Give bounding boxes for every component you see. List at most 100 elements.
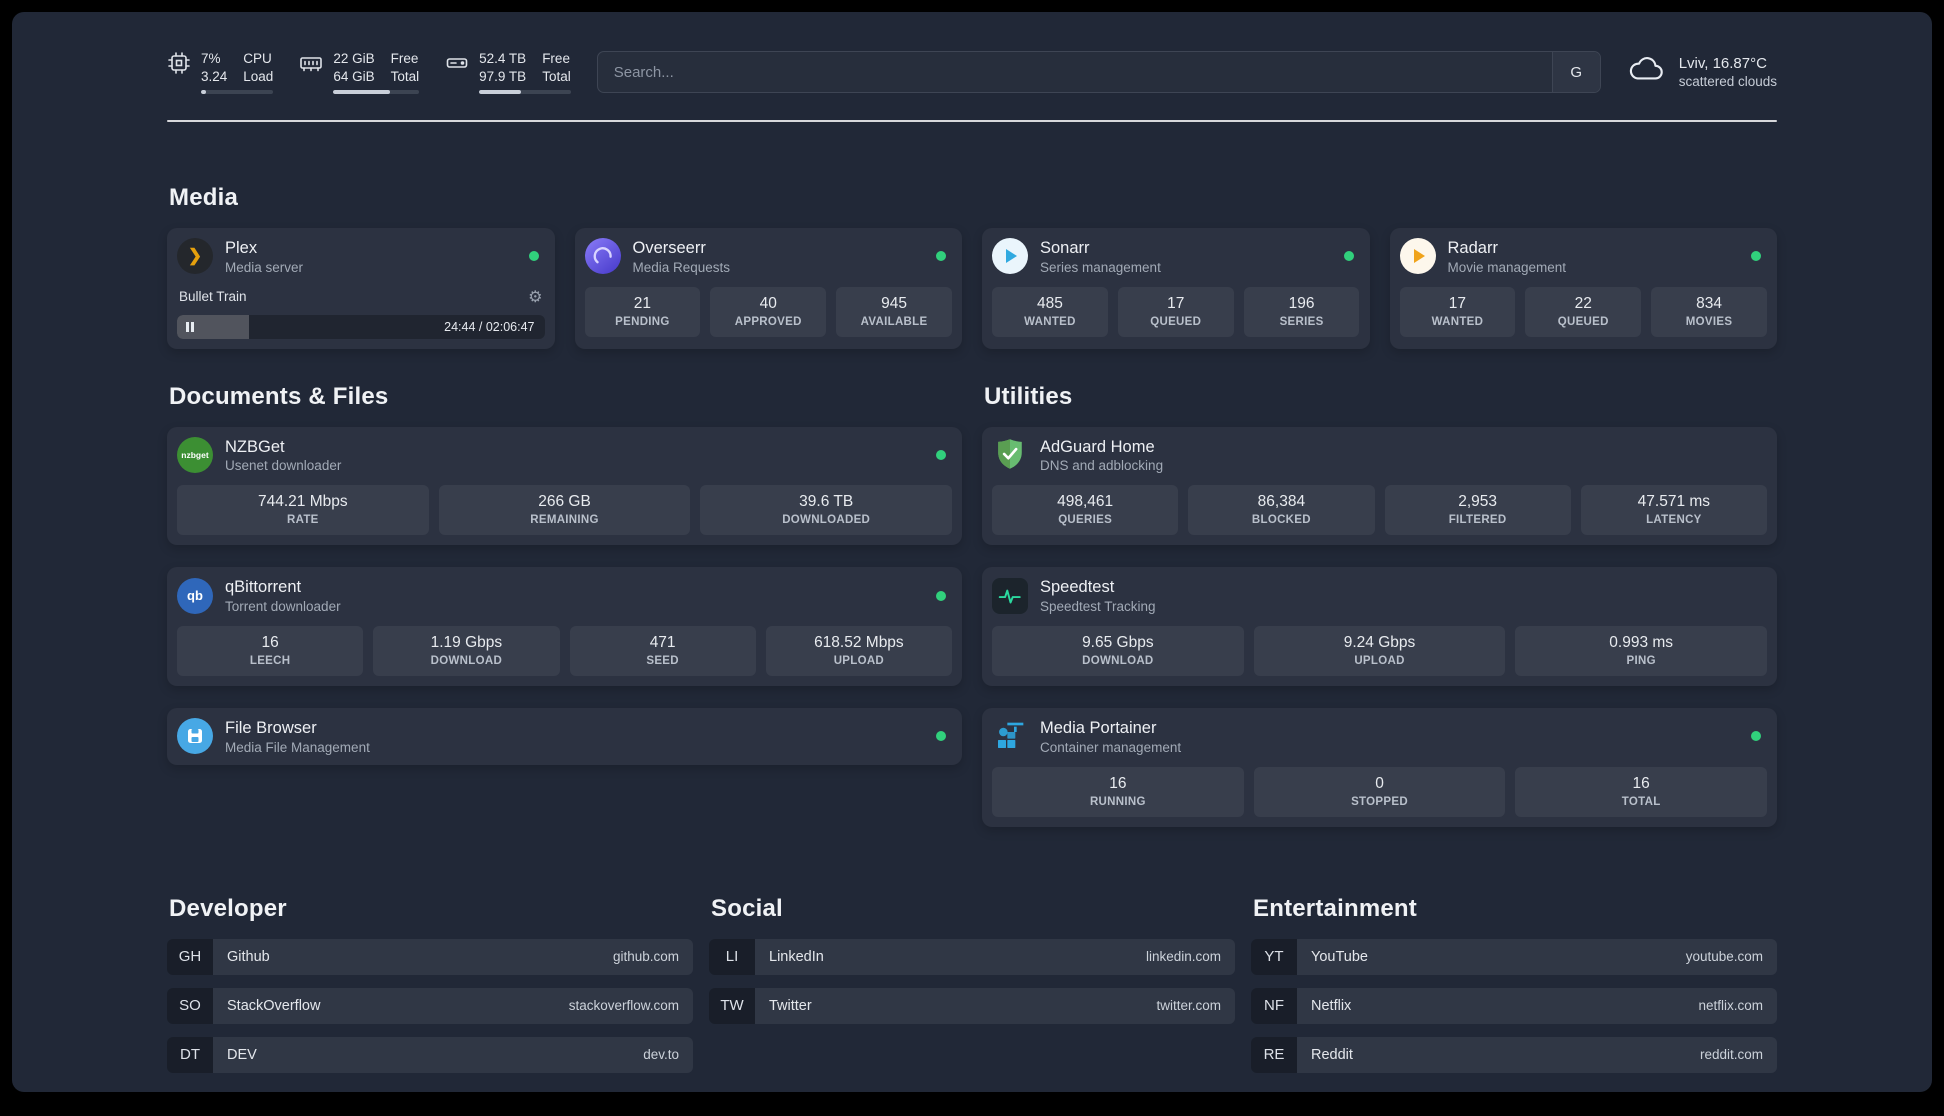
stat-label: SEED: [646, 654, 679, 667]
stat-value: 16: [261, 633, 279, 651]
stat-value: 9.65 Gbps: [1082, 633, 1154, 651]
service-desc: DNS and adblocking: [1040, 458, 1164, 474]
section-documents: Documents & Files nzbget NZBGet Usenet d…: [167, 383, 962, 827]
stat-value: 471: [649, 633, 676, 651]
stat-value: 618.52 Mbps: [814, 633, 904, 651]
service-name: File Browser: [225, 718, 317, 737]
service-card-nzbget: nzbget NZBGet Usenet downloader 744.21 M…: [167, 426, 962, 546]
bookmark-dev[interactable]: DT DEV dev.to: [167, 1036, 693, 1073]
status-dot: [1751, 731, 1761, 742]
stat-label: DOWNLOAD: [430, 654, 503, 667]
stat-label: REMAINING: [530, 514, 599, 527]
now-playing-title: Bullet Train: [179, 289, 247, 305]
section-title-developer: Developer: [169, 894, 287, 922]
service-card-radarr: Radarr Movie management 17 WANTED 22 QUE…: [1389, 228, 1777, 349]
bookmark-youtube[interactable]: YT YouTube youtube.com: [1251, 938, 1777, 975]
service-name: Speedtest: [1040, 578, 1115, 597]
stat-label: RATE: [287, 514, 319, 527]
service-card-sonarr: Sonarr Series management 485 WANTED 17 Q…: [982, 228, 1370, 349]
stat-value: 16: [1109, 774, 1127, 792]
bookmarks-social: Social LI LinkedIn linkedin.com TW Twitt…: [709, 895, 1235, 1086]
bookmark-linkedin[interactable]: LI LinkedIn linkedin.com: [709, 938, 1235, 975]
disk-icon: [445, 51, 469, 80]
service-desc: Speedtest Tracking: [1040, 598, 1156, 614]
stat-label: FILTERED: [1448, 514, 1507, 527]
bookmark-name: Reddit: [1311, 1046, 1353, 1063]
stat-value: 744.21 Mbps: [258, 493, 348, 511]
disk-free-label: Free: [542, 51, 570, 66]
service-desc: Movie management: [1447, 259, 1567, 275]
gear-icon[interactable]: ⚙: [528, 287, 542, 307]
search-provider-button[interactable]: G: [1551, 52, 1600, 93]
stat-label: BLOCKED: [1251, 514, 1311, 527]
section-utilities: Utilities AdGuard Home DNS and adblockin…: [982, 383, 1777, 827]
bookmark-name: Github: [227, 948, 270, 965]
stat-label: QUERIES: [1058, 514, 1113, 527]
service-desc: Media File Management: [225, 739, 370, 755]
plex-icon: ❯: [177, 238, 213, 275]
service-desc: Container management: [1040, 739, 1182, 755]
bookmark-stackoverflow[interactable]: SO StackOverflow stackoverflow.com: [167, 987, 693, 1024]
cpu-progressbar: [201, 90, 274, 95]
stat-tile: 21 PENDING: [584, 286, 701, 337]
bookmark-abbr: DT: [167, 1036, 213, 1073]
memory-progressbar: [333, 90, 420, 95]
stat-value: 47.571 ms: [1637, 493, 1711, 511]
cpu-usage: 7%: [201, 51, 221, 66]
playback-time: 24:44 / 02:06:47: [444, 319, 535, 334]
stat-value: 86,384: [1257, 493, 1306, 511]
service-card-filebrowser: File Browser Media File Management: [167, 707, 962, 765]
service-card-speedtest: Speedtest Speedtest Tracking 9.65 Gbps D…: [982, 567, 1777, 686]
service-desc: Usenet downloader: [225, 458, 342, 474]
cpu-label: CPU: [243, 51, 272, 66]
stat-label: MOVIES: [1685, 315, 1733, 328]
cpu-widget: 7% 3.24 CPU Load: [167, 50, 274, 95]
bookmark-netflix[interactable]: NF Netflix netflix.com: [1251, 987, 1777, 1024]
service-link-plex[interactable]: ❯ Plex Media server: [177, 238, 545, 275]
cpu-load-value: 3.24: [201, 68, 228, 84]
stat-tile: 86,384 BLOCKED: [1188, 485, 1375, 536]
bookmark-url: stackoverflow.com: [568, 998, 679, 1014]
bookmark-abbr: LI: [709, 938, 755, 975]
stat-tile: 471 SEED: [569, 625, 756, 676]
stat-tile: 9.65 Gbps DOWNLOAD: [992, 625, 1244, 676]
service-name: Radarr: [1447, 239, 1498, 258]
service-link-adguard[interactable]: AdGuard Home DNS and adblocking: [992, 437, 1767, 474]
weather-widget: Lviv, 16.87°C scattered clouds: [1627, 55, 1777, 89]
bookmark-abbr: RE: [1251, 1036, 1297, 1073]
weather-condition: scattered clouds: [1678, 74, 1777, 90]
weather-location: Lviv, 16.87°C: [1678, 55, 1767, 73]
search-input[interactable]: [597, 52, 1552, 93]
status-dot: [936, 590, 946, 601]
plex-now-playing: Bullet Train ⚙ 24:44 / 02:06:47: [177, 287, 545, 339]
stat-tile: 485 WANTED: [992, 286, 1108, 337]
bookmark-name: Twitter: [769, 997, 812, 1014]
bookmark-reddit[interactable]: RE Reddit reddit.com: [1251, 1036, 1777, 1073]
bookmark-twitter[interactable]: TW Twitter twitter.com: [709, 987, 1235, 1024]
service-link-overseerr[interactable]: Overseerr Media Requests: [584, 238, 953, 275]
stat-label: LEECH: [249, 654, 291, 667]
section-title-entertainment: Entertainment: [1253, 894, 1417, 922]
stat-tile: 39.6 TB DOWNLOADED: [700, 485, 953, 536]
service-link-qbittorrent[interactable]: qb qBittorrent Torrent downloader: [177, 577, 952, 614]
stat-value: 1.19 Gbps: [430, 633, 503, 651]
stat-value: 40: [759, 294, 777, 312]
service-link-speedtest[interactable]: Speedtest Speedtest Tracking: [992, 577, 1767, 614]
stat-tile: 618.52 Mbps UPLOAD: [765, 625, 952, 676]
service-desc: Media server: [225, 259, 304, 275]
cpu-progress-fill: [201, 90, 207, 95]
stat-value: 266 GB: [538, 493, 591, 511]
playback-progressbar[interactable]: 24:44 / 02:06:47: [177, 314, 545, 339]
radarr-icon: [1399, 238, 1436, 275]
disk-free-value: 52.4 TB: [479, 51, 527, 66]
service-card-portainer: Media Portainer Container management 16 …: [982, 707, 1777, 827]
bookmark-github[interactable]: GH Github github.com: [167, 938, 693, 975]
service-link-filebrowser[interactable]: File Browser Media File Management: [177, 718, 952, 755]
service-link-nzbget[interactable]: nzbget NZBGet Usenet downloader: [177, 437, 952, 474]
service-link-sonarr[interactable]: Sonarr Series management: [992, 238, 1360, 275]
pause-icon[interactable]: [185, 321, 195, 333]
section-title-utilities: Utilities: [984, 382, 1073, 410]
service-link-portainer[interactable]: Media Portainer Container management: [992, 718, 1767, 755]
adguard-icon: [992, 437, 1028, 473]
service-link-radarr[interactable]: Radarr Movie management: [1399, 238, 1768, 275]
